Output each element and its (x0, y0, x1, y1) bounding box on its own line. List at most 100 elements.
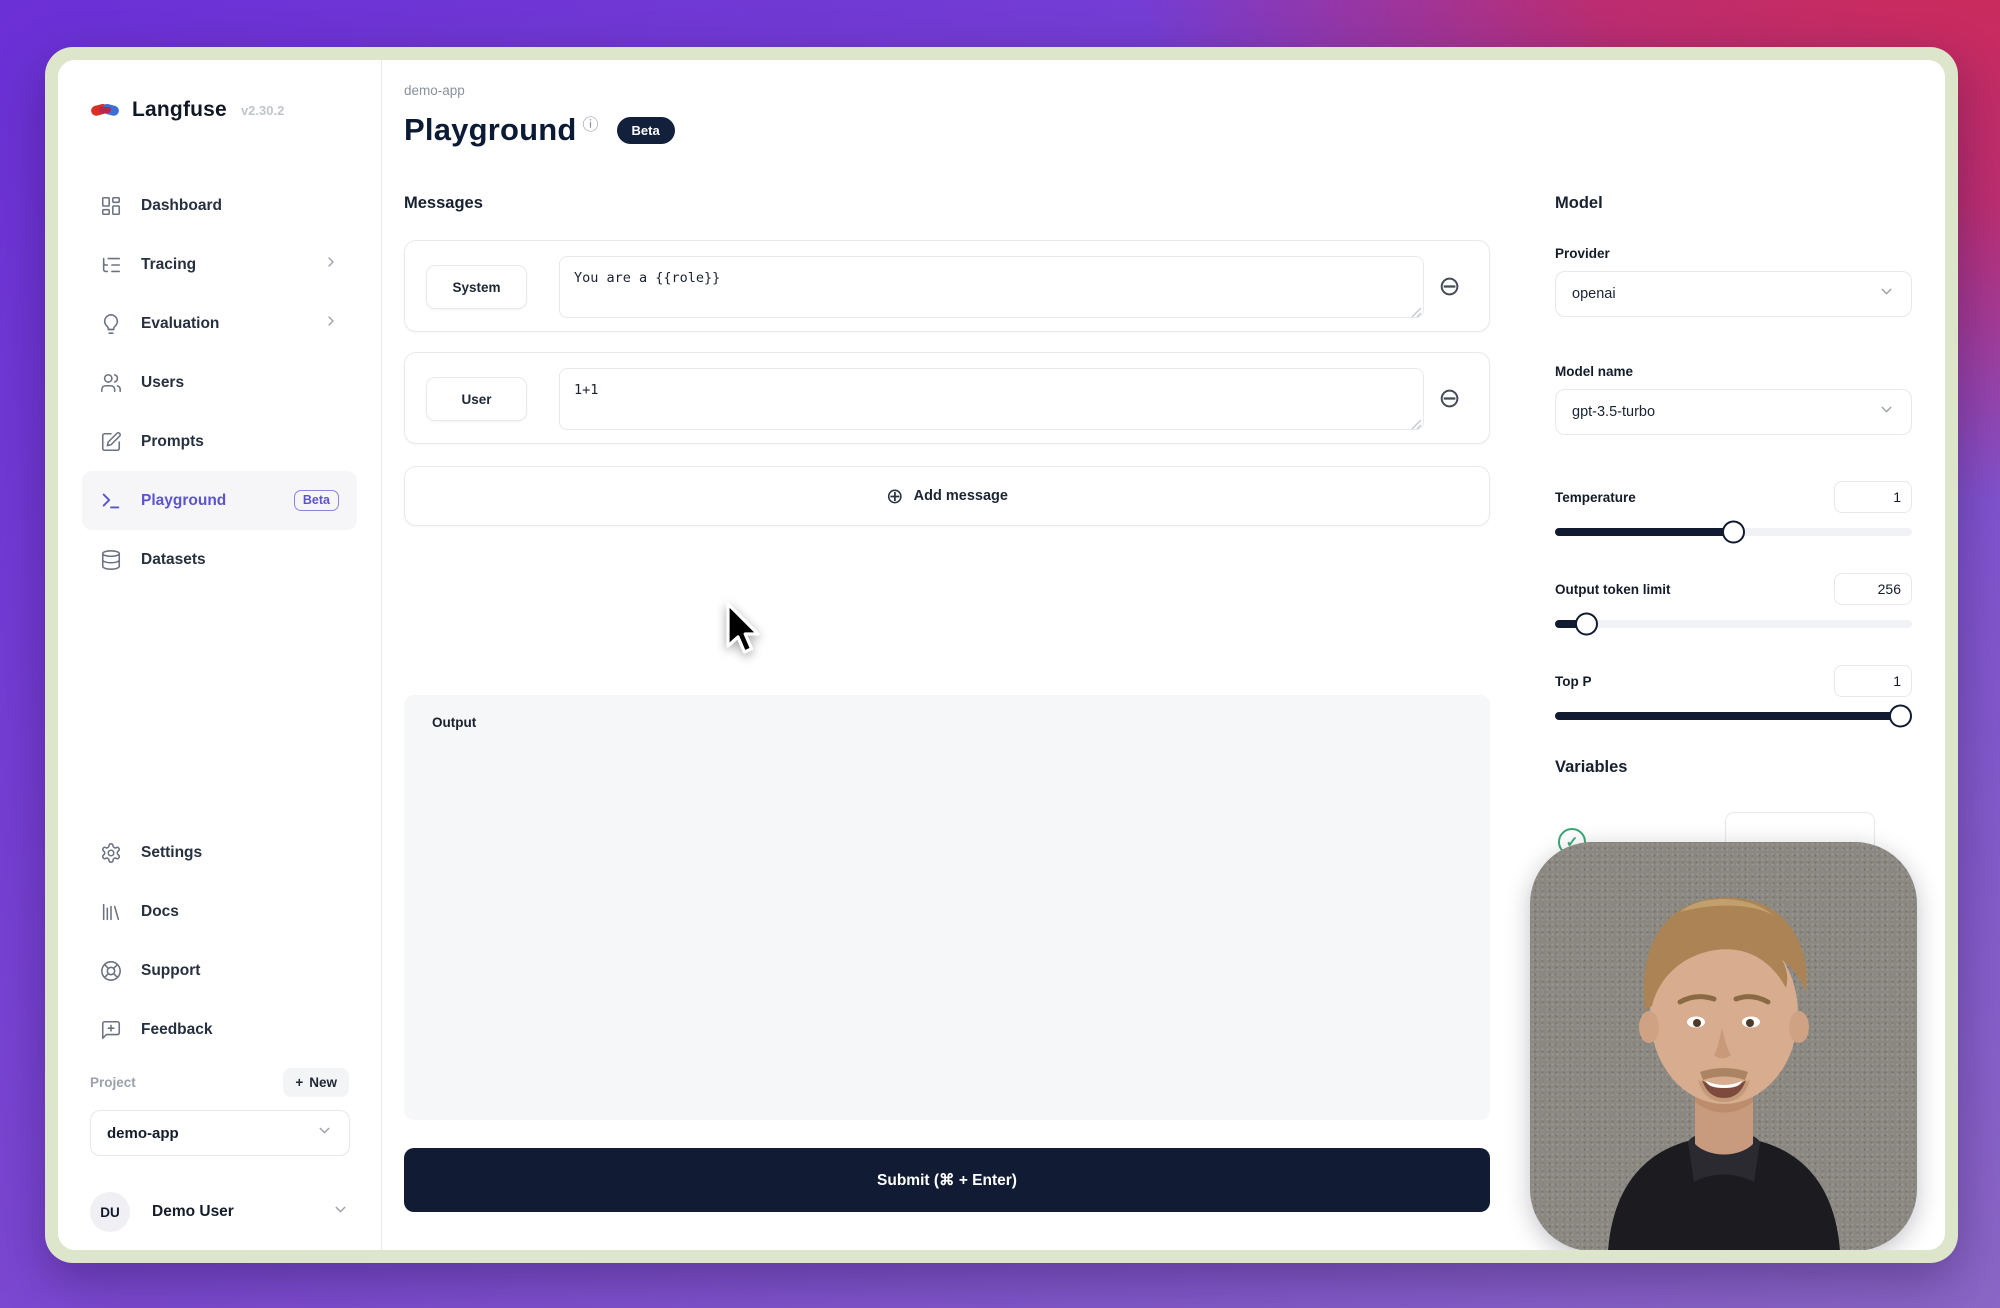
top-p-value-input[interactable]: 1 (1834, 665, 1912, 697)
temperature-value-input[interactable]: 1 (1834, 481, 1912, 513)
mouse-cursor (718, 600, 766, 665)
resize-handle[interactable] (1411, 305, 1486, 328)
sidebar-item-label: Prompts (141, 433, 204, 451)
brand-name: Langfuse (132, 98, 227, 122)
project-select[interactable]: demo-app (90, 1110, 350, 1156)
variables-heading: Variables (1555, 758, 1627, 777)
new-project-button[interactable]: + New (283, 1068, 349, 1097)
sidebar-item-label: Tracing (141, 256, 196, 274)
sidebar-item-docs[interactable]: Docs (82, 882, 357, 941)
top-p-slider[interactable] (1555, 712, 1912, 720)
sidebar-item-label: Users (141, 374, 184, 392)
webcam-overlay (1530, 842, 1917, 1250)
output-token-limit-label: Output token limit (1555, 582, 1671, 597)
sidebar-item-label: Feedback (141, 1021, 213, 1039)
output-panel: Output (404, 695, 1490, 1120)
version-label: v2.30.2 (241, 103, 284, 118)
chevron-right-icon (323, 313, 339, 334)
temperature-slider[interactable] (1555, 528, 1912, 536)
model-name-select[interactable]: gpt-3.5-turbo (1555, 389, 1912, 435)
message-plus-icon (100, 1019, 122, 1041)
model-name-label: Model name (1555, 364, 1633, 379)
submit-button[interactable]: Submit (⌘ + Enter) (404, 1148, 1490, 1212)
sidebar-item-label: Support (141, 962, 200, 980)
top-p-label: Top P (1555, 674, 1592, 689)
temperature-param: Temperature 1 (1555, 481, 1912, 536)
add-message-button[interactable]: ⊕ Add message (404, 466, 1490, 526)
message-content-input[interactable]: 1+1 (559, 368, 1424, 430)
remove-message-button[interactable]: ⊖ (1436, 274, 1463, 301)
sidebar-item-label: Docs (141, 903, 179, 921)
role-selector[interactable]: User (426, 377, 527, 421)
sidebar-item-evaluation[interactable]: Evaluation (82, 294, 357, 353)
list-tree-icon (100, 254, 122, 276)
sidebar-item-label: Datasets (141, 551, 206, 569)
plus-icon: + (295, 1075, 303, 1090)
message-row-user: User 1+1 ⊖ (404, 352, 1490, 444)
presenter-portrait (1530, 842, 1917, 1250)
model-name-value: gpt-3.5-turbo (1572, 404, 1655, 420)
message-row-system: System You are a {{role}} ⊖ (404, 240, 1490, 332)
sidebar-item-support[interactable]: Support (82, 941, 357, 1000)
add-circle-icon: ⊕ (886, 484, 904, 508)
langfuse-logo-icon (90, 98, 120, 122)
sidebar-item-label: Evaluation (141, 315, 219, 333)
role-selector[interactable]: System (426, 265, 527, 309)
output-token-limit-param: Output token limit 256 (1555, 573, 1912, 628)
sidebar-item-label: Playground (141, 492, 226, 510)
secondary-nav: Settings Docs Support Feedback (58, 823, 381, 1059)
slider-handle[interactable] (1575, 613, 1598, 636)
output-token-limit-slider[interactable] (1555, 620, 1912, 628)
remove-message-button[interactable]: ⊖ (1436, 386, 1463, 413)
sidebar-item-users[interactable]: Users (82, 353, 357, 412)
user-menu[interactable]: DU Demo User (90, 1192, 349, 1232)
provider-label: Provider (1555, 246, 1610, 261)
chevron-down-icon (1878, 283, 1895, 305)
sidebar-item-settings[interactable]: Settings (82, 823, 357, 882)
sidebar-item-feedback[interactable]: Feedback (82, 1000, 357, 1059)
logo[interactable]: Langfuse v2.30.2 (90, 98, 284, 122)
pen-square-icon (100, 431, 122, 453)
app-window: Langfuse v2.30.2 Dashboard Tracing (45, 47, 1958, 1263)
page-title: Playground (404, 112, 577, 148)
dashboard-icon (100, 195, 122, 217)
terminal-icon (100, 490, 122, 512)
beta-badge: Beta (294, 490, 339, 511)
model-heading: Model (1555, 194, 1603, 213)
primary-nav: Dashboard Tracing Evaluation (58, 176, 381, 589)
database-icon (100, 549, 122, 571)
message-content-input[interactable]: You are a {{role}} (559, 256, 1424, 318)
resize-handle[interactable] (1411, 417, 1486, 440)
output-label: Output (432, 715, 476, 730)
breadcrumb[interactable]: demo-app (404, 83, 465, 98)
sidebar-item-tracing[interactable]: Tracing (82, 235, 357, 294)
lifebuoy-icon (100, 960, 122, 982)
chevron-down-icon (332, 1201, 349, 1223)
sidebar-item-prompts[interactable]: Prompts (82, 412, 357, 471)
output-token-limit-value-input[interactable]: 256 (1834, 573, 1912, 605)
temperature-label: Temperature (1555, 490, 1636, 505)
beta-badge: Beta (617, 117, 675, 144)
chevron-right-icon (323, 254, 339, 275)
chevron-down-icon (316, 1122, 333, 1144)
sidebar-item-datasets[interactable]: Datasets (82, 530, 357, 589)
sidebar: Langfuse v2.30.2 Dashboard Tracing (58, 60, 382, 1250)
users-icon (100, 372, 122, 394)
provider-value: openai (1572, 286, 1616, 302)
sidebar-item-dashboard[interactable]: Dashboard (82, 176, 357, 235)
lightbulb-icon (100, 313, 122, 335)
provider-select[interactable]: openai (1555, 271, 1912, 317)
chevron-down-icon (1878, 401, 1895, 423)
sidebar-item-label: Dashboard (141, 197, 222, 215)
sidebar-item-playground[interactable]: Playground Beta (82, 471, 357, 530)
gear-icon (100, 842, 122, 864)
sidebar-item-label: Settings (141, 844, 202, 862)
avatar: DU (90, 1192, 130, 1232)
slider-handle[interactable] (1722, 521, 1745, 544)
project-select-value: demo-app (107, 1125, 179, 1142)
slider-handle[interactable] (1889, 705, 1912, 728)
info-icon[interactable]: ⓘ (583, 111, 599, 135)
library-icon (100, 901, 122, 923)
messages-heading: Messages (404, 194, 483, 213)
project-label: Project (90, 1075, 136, 1090)
